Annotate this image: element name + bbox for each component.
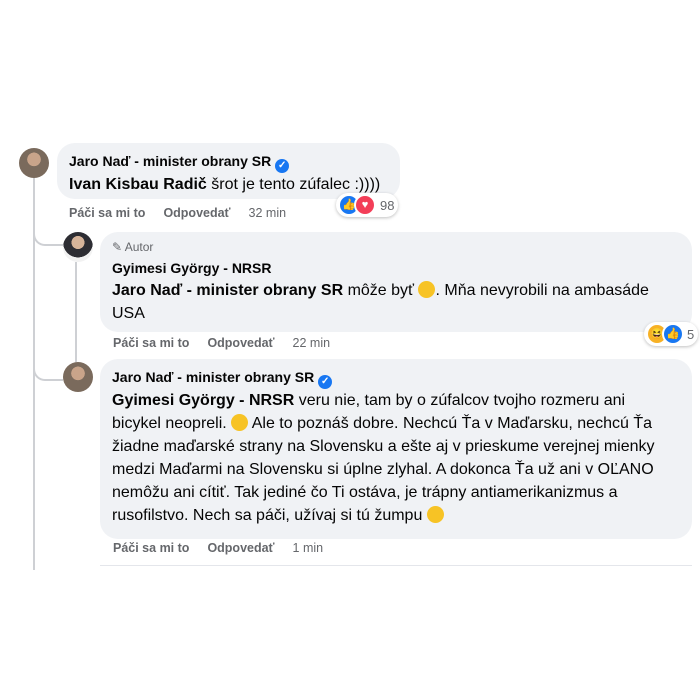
love-reaction-icon: ♥ [354,194,376,216]
emoji-icon [418,281,436,298]
comment-actions: Páči sa mi to Odpovedať 32 min [69,206,304,220]
like-button[interactable]: Páči sa mi to [113,541,189,555]
comment-bubble: Jaro Naď - minister obrany SR ✓ Ivan Kisb… [57,143,400,199]
emoji-icon [231,414,249,431]
emoji-icon [426,506,444,523]
comment-text: Gyimesi György - NRSR veru nie, tam by o… [112,389,682,527]
comment-body: veru nie, tam by o zúfalcov tvojho rozme… [294,392,626,409]
thread-line [75,262,77,362]
reply-button[interactable]: Odpovedať [207,336,274,350]
comment-author[interactable]: Jaro Naď - minister obrany SR ✓ [112,369,333,389]
comment-author[interactable]: Jaro Naď - minister obrany SR ✓ [69,153,290,173]
comment-actions: Páči sa mi to Odpovedať 1 min [113,541,341,555]
comment-bubble: ✎ Autor Gyimesi György - NRSR Jaro Naď -… [100,232,692,332]
reaction-count: 98 [380,197,395,213]
mention-link[interactable]: Gyimesi György - NRSR [112,392,294,409]
comment-text: Ivan Kisbau Radič šrot je tento zúfalec … [69,173,380,196]
verified-badge-icon: ✓ [318,375,333,389]
thread-connector [33,220,63,246]
comment-body: rusofilstvo. Nech sa páči, užívaj si tú … [112,507,427,524]
comment-body: žiadne maďarské strany na Slovensku a eš… [112,438,655,455]
timestamp[interactable]: 22 min [293,336,331,350]
like-button[interactable]: Páči sa mi to [113,336,189,350]
reaction-count: 5 [687,326,695,342]
comment-body: nemôžu ani cítiť. Tak jediné čo Ti ostáv… [112,484,618,501]
pencil-icon: ✎ [112,240,123,254]
comment-body: bicykel neopreli. [112,415,232,432]
avatar[interactable] [63,232,93,262]
comment-actions: Páči sa mi to Odpovedať 22 min [113,336,348,350]
like-reaction-icon: 👍 [662,323,684,345]
reaction-summary[interactable]: 👍 ♥ 98 [336,193,399,217]
like-button[interactable]: Páči sa mi to [69,206,145,220]
reaction-summary[interactable]: 😆 👍 5 [644,322,699,346]
thread-connector [33,355,63,381]
reply-button[interactable]: Odpovedať [163,206,230,220]
author-badge: ✎ Autor [112,240,153,254]
comment-text: Jaro Naď - minister obrany SR môže byť .… [112,279,672,325]
comment-body: môže byť [343,282,419,299]
reply-button[interactable]: Odpovedať [207,541,274,555]
comment-body: šrot je tento zúfalec :)))) [206,176,381,193]
author-name[interactable]: Jaro Naď - minister obrany SR [112,369,314,385]
comment-author[interactable]: Gyimesi György - NRSR [112,260,272,276]
timestamp[interactable]: 1 min [293,541,324,555]
comment-body: Ale to poznáš dobre. Nechcú Ťa v Maďarsk… [248,415,652,432]
avatar[interactable] [63,362,93,392]
mention-link[interactable]: Jaro Naď - minister obrany SR [112,282,343,299]
timestamp[interactable]: 32 min [249,206,287,220]
comment-body: medzi Maďarmi na Slovensku si úplne zlyh… [112,461,654,478]
comment-bubble: Jaro Naď - minister obrany SR ✓ Gyimesi G… [100,359,692,539]
next-comment-edge [100,565,692,574]
avatar[interactable] [19,148,49,178]
author-name[interactable]: Jaro Naď - minister obrany SR [69,153,271,169]
verified-badge-icon: ✓ [275,159,290,173]
mention-link[interactable]: Ivan Kisbau Radič [69,176,207,193]
badge-label: Autor [124,240,154,254]
